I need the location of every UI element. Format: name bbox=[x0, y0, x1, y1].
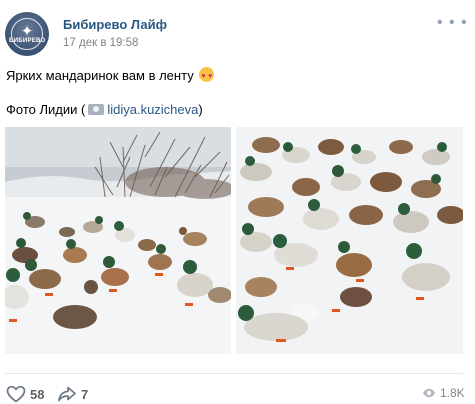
photo-ducks-right[interactable] bbox=[236, 127, 463, 354]
heart-eyes-emoji-icon bbox=[199, 67, 215, 86]
post-text: Ярких мандаринок вам в ленту bbox=[6, 67, 215, 86]
share-count: 7 bbox=[81, 387, 89, 402]
share-icon bbox=[58, 386, 76, 402]
credit-user-link[interactable]: lidiya.kuzicheva bbox=[107, 102, 198, 117]
photo-ducks-right-image bbox=[236, 127, 463, 354]
post-card: ✦ БИБИРЕВО Бибирево Лайф 17 дек в 19:58 … bbox=[0, 0, 475, 404]
photo-credit: Фото Лидии ( lidiya.kuzicheva) bbox=[6, 102, 203, 117]
group-name-link[interactable]: Бибирево Лайф bbox=[63, 17, 167, 32]
more-options-icon[interactable]: • • • bbox=[437, 15, 468, 31]
like-button[interactable]: 58 bbox=[6, 385, 44, 403]
avatar-logo-text: БИБИРЕВО bbox=[9, 38, 46, 44]
views-counter: 1.8K bbox=[422, 386, 465, 400]
heart-icon bbox=[6, 385, 26, 403]
post-date-link[interactable]: 17 дек в 19:58 bbox=[63, 37, 138, 49]
user-mention-icon bbox=[88, 104, 105, 115]
footer-divider bbox=[5, 373, 463, 374]
view-count: 1.8K bbox=[440, 386, 465, 400]
like-count: 58 bbox=[30, 387, 45, 402]
photo-ducks-left[interactable] bbox=[5, 127, 231, 354]
credit-suffix: ) bbox=[198, 102, 203, 117]
credit-prefix: Фото Лидии ( bbox=[6, 102, 86, 117]
photo-ducks-left-image bbox=[5, 127, 231, 354]
share-button[interactable]: 7 bbox=[57, 385, 88, 403]
post-text-content: Ярких мандаринок вам в ленту bbox=[6, 68, 194, 83]
group-avatar[interactable]: ✦ БИБИРЕВО bbox=[5, 12, 49, 56]
eye-icon bbox=[423, 388, 435, 398]
